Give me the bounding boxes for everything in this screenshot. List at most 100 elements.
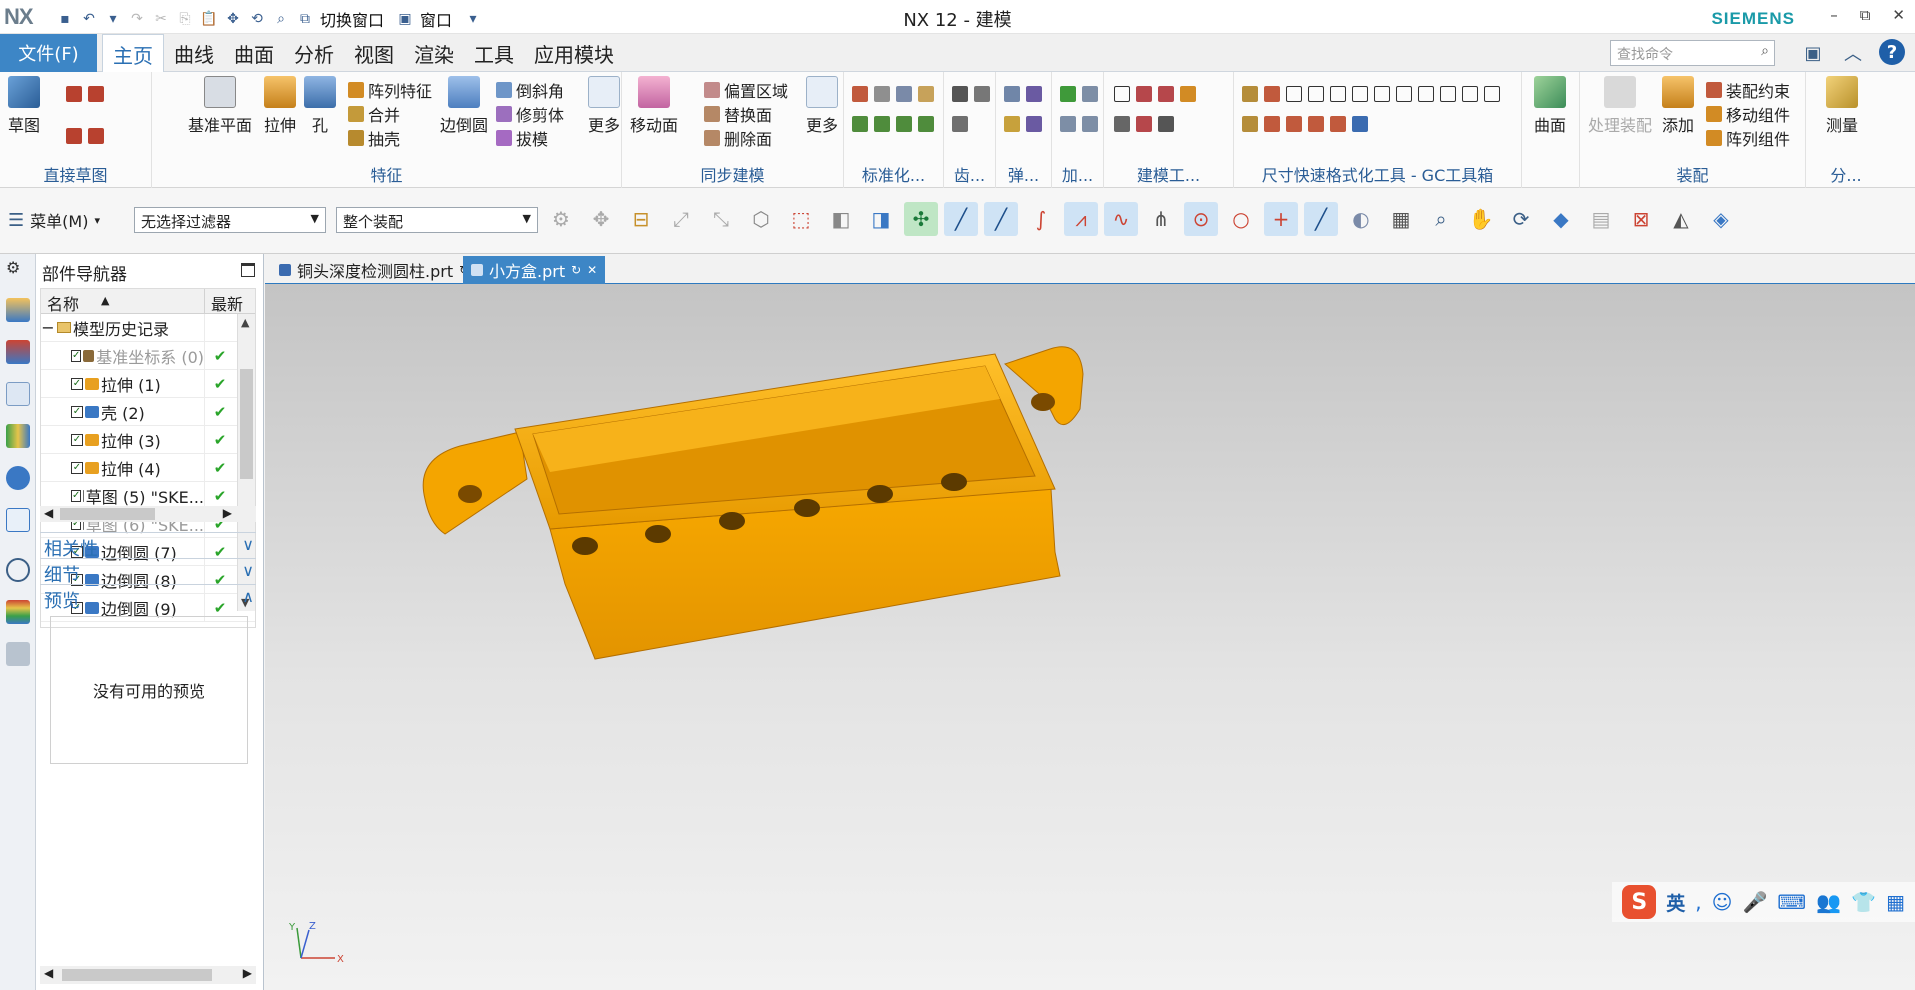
redo-icon[interactable]: ↷ (128, 10, 146, 28)
save-icon[interactable]: ▪ (56, 10, 74, 28)
role-icon[interactable] (6, 642, 30, 666)
reuse-library-icon[interactable] (6, 424, 30, 448)
touch-mode-icon[interactable]: ✥ (224, 10, 242, 28)
checkbox[interactable]: ✓ (71, 349, 82, 362)
chevron-down-icon[interactable]: ▾ (464, 10, 482, 28)
assembly-constraint-button[interactable]: 装配约束 (1706, 78, 1790, 102)
add-icon[interactable] (1060, 116, 1076, 132)
tab-curve[interactable]: 曲线 (164, 34, 224, 72)
tree-row[interactable]: ✓ 拉伸 (3) ✔ (41, 425, 255, 454)
tab-render[interactable]: 渲染 (404, 34, 464, 72)
assembly-navigator-icon[interactable] (6, 298, 30, 322)
web-browser-icon[interactable] (6, 466, 30, 490)
pattern-feature-button[interactable]: 阵列特征 (348, 78, 432, 102)
rectangle-select-icon[interactable]: ⬚ (784, 202, 818, 236)
ime-language-toggle[interactable]: 英 (1666, 889, 1685, 916)
tab-applications[interactable]: 应用模块 (524, 34, 624, 72)
edge-blend-button[interactable]: 边倒圆 (440, 76, 488, 136)
standard-part-icon[interactable] (896, 86, 912, 102)
scrollbar-thumb[interactable] (62, 969, 212, 981)
spring-icon[interactable] (1004, 116, 1020, 132)
process-assembly-button[interactable]: 处理装配 (1588, 76, 1652, 136)
collapse-ribbon-icon[interactable]: ︿ (1839, 39, 1867, 67)
switch-window-icon[interactable]: ⧉ (296, 10, 314, 28)
close-button[interactable]: ✕ (1892, 6, 1905, 24)
tool-icon[interactable] (1136, 116, 1152, 132)
scrollbar-thumb[interactable] (60, 508, 155, 520)
tree-root[interactable]: − 模型历史记录 (41, 313, 255, 342)
chamfer-button[interactable]: 倒斜角 (496, 78, 564, 102)
part-navigator-icon[interactable] (6, 382, 30, 406)
graphics-viewport[interactable]: X Y Z S 英 , ☺ 🎤 ⌨ 👥 👕 ▦ (265, 284, 1915, 990)
gc-tool-icon[interactable] (1418, 86, 1434, 102)
replace-face-button[interactable]: 替换面 (704, 102, 772, 126)
standard-part-icon[interactable] (852, 116, 868, 132)
edit-object-display-icon[interactable]: ◈ (1704, 202, 1738, 236)
keyboard-icon[interactable]: ⌨ (1777, 890, 1806, 914)
gc-tool-icon[interactable] (1242, 86, 1258, 102)
checkbox[interactable]: ✓ (71, 489, 82, 502)
doc-tab-copper-cylinder[interactable]: 铜头深度检测圆柱.prt ↻ (271, 256, 477, 284)
close-tab-icon[interactable]: ✕ (587, 263, 597, 277)
standard-part-icon[interactable] (874, 86, 890, 102)
preview-panel-header[interactable]: 预览 ∧ (40, 584, 256, 612)
emoji-icon[interactable]: ☺ (1712, 890, 1733, 914)
settings-icon[interactable]: ⚙ (6, 258, 30, 282)
draft-button[interactable]: 拔模 (496, 126, 548, 150)
gear-icon[interactable] (952, 86, 968, 102)
window-icon[interactable]: ▣ (396, 10, 414, 28)
gc-tool-icon[interactable] (1308, 86, 1324, 102)
view-face-icon[interactable]: ◨ (864, 202, 898, 236)
gc-tool-icon[interactable] (1242, 116, 1258, 132)
hole-button[interactable]: 孔 (304, 76, 336, 136)
scrollbar-thumb[interactable] (240, 369, 253, 479)
details-panel-header[interactable]: 细节 ∨ (40, 558, 256, 586)
add-component-button[interactable]: 添加 (1662, 76, 1694, 136)
user-icon[interactable]: 👥 (1816, 890, 1841, 914)
work-layer-icon[interactable]: ▤ (1584, 202, 1618, 236)
window-menu-button[interactable]: 窗口 (420, 7, 452, 31)
switch-window-button[interactable]: 切换窗口 (320, 7, 384, 31)
constraint-navigator-icon[interactable] (6, 340, 30, 364)
snap-icon[interactable]: ⤢ (664, 202, 698, 236)
column-header-latest[interactable]: 最新 (205, 289, 249, 314)
paste-icon[interactable]: 📋 (200, 10, 218, 28)
gc-tool-icon[interactable] (1352, 86, 1368, 102)
gc-tool-icon[interactable] (1396, 86, 1412, 102)
tool-icon[interactable] (1180, 86, 1196, 102)
palette-icon[interactable] (6, 600, 30, 624)
tab-home[interactable]: 主页 (102, 34, 164, 73)
snap-point-icon[interactable]: ✣ (904, 202, 938, 236)
undo-icon[interactable]: ↶ (80, 10, 98, 28)
section-view-icon[interactable]: ⊠ (1624, 202, 1658, 236)
rotate-icon[interactable]: ⟳ (1504, 202, 1538, 236)
scroll-right-icon[interactable]: ▶ (223, 506, 232, 520)
gc-tool-icon[interactable] (1286, 116, 1302, 132)
delete-face-button[interactable]: 删除面 (704, 126, 772, 150)
zoom-icon[interactable]: ⌕ (1424, 202, 1458, 236)
sync-more-button[interactable]: 更多 (806, 76, 838, 136)
tool-icon[interactable] (1136, 86, 1152, 102)
add-icon[interactable] (1082, 116, 1098, 132)
existing-point-icon[interactable]: + (1264, 202, 1298, 236)
gc-tool-icon[interactable] (1286, 86, 1302, 102)
copy-icon[interactable]: ⎘ (176, 10, 194, 28)
main-menu-button[interactable]: ☰ 菜单(M) ▾ (8, 208, 100, 232)
tree-row[interactable]: ✓ 基准坐标系 (0) ✔ (41, 341, 255, 370)
view-body-icon[interactable]: ◧ (824, 202, 858, 236)
tool-icon[interactable] (1158, 86, 1174, 102)
trim-body-button[interactable]: 修剪体 (496, 102, 564, 126)
search-icon[interactable]: ⌕ (1761, 43, 1769, 59)
type-filter-dropdown[interactable]: 无选择过滤器 ▼ (134, 207, 326, 233)
circle-center-icon[interactable]: ⊙ (1184, 202, 1218, 236)
add-icon[interactable] (1060, 86, 1076, 102)
rectangle-icon[interactable] (88, 86, 104, 102)
tool-icon[interactable] (1158, 116, 1174, 132)
quadrant-icon[interactable]: ○ (1224, 202, 1258, 236)
maximize-icon[interactable] (241, 263, 255, 277)
triangle-icon[interactable] (1114, 86, 1130, 102)
standard-part-icon[interactable] (852, 86, 868, 102)
sketch-button[interactable]: 草图 (8, 76, 40, 136)
filter-icon[interactable]: ⊟ (624, 202, 658, 236)
gc-tool-icon[interactable] (1264, 116, 1280, 132)
